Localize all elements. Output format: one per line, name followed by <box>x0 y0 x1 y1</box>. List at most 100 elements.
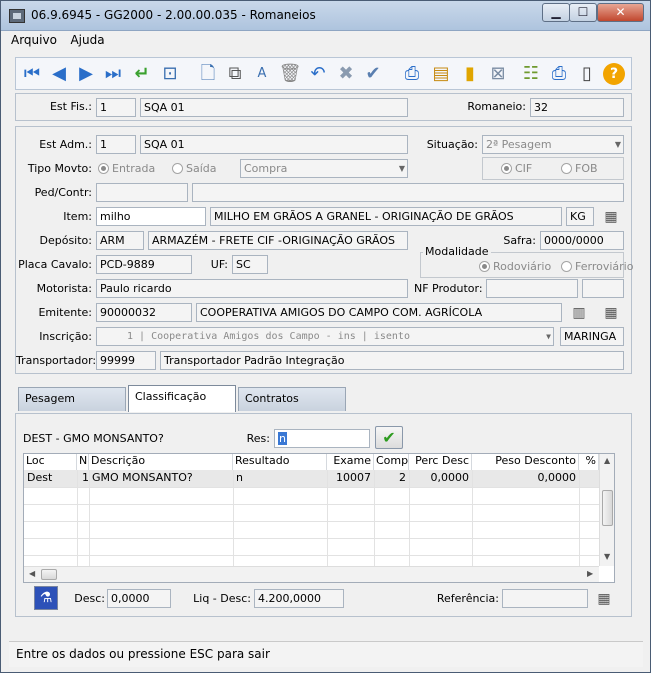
next-record-icon[interactable]: ▶ <box>74 62 98 86</box>
col-header-percent[interactable]: % <box>579 454 599 470</box>
scroll-up-icon[interactable]: ▲ <box>604 456 610 465</box>
est-adm-code-field[interactable]: 1 <box>96 135 136 154</box>
emitente-code-field[interactable]: 90000032 <box>96 303 192 322</box>
scroll-left-icon[interactable]: ◀ <box>29 569 35 578</box>
col-header-resultado[interactable]: Resultado <box>233 454 327 470</box>
situacao-select[interactable]: 2ª Pesagem ▼ <box>482 135 624 154</box>
referencia-field[interactable] <box>502 589 588 608</box>
edit-icon[interactable]: A <box>250 62 274 86</box>
col-header-exame[interactable]: Exame <box>327 454 374 470</box>
status-text: Entre os dados ou pressione ESC para sai… <box>16 647 270 661</box>
nf-produtor-field[interactable] <box>486 279 578 298</box>
cell-descricao: GMO MONSANTO? <box>92 471 193 484</box>
ferroviario-radio[interactable]: Ferroviário <box>561 260 633 273</box>
safra-label: Safra: <box>503 234 536 247</box>
inscricao-label: Inscrição: <box>39 330 92 343</box>
est-fis-code-field[interactable]: 1 <box>96 98 136 117</box>
scroll-thumb-h[interactable] <box>41 569 57 580</box>
cancel-icon[interactable]: ✖ <box>334 62 358 86</box>
col-header-descricao[interactable]: Descrição <box>89 454 233 470</box>
book-icon[interactable]: ▮ <box>458 62 482 86</box>
col-header-n[interactable]: N <box>77 454 89 470</box>
radio-icon <box>172 163 183 174</box>
emitente-lookup-icon[interactable]: ▦ <box>600 303 622 323</box>
tab-contratos[interactable]: Contratos <box>238 387 346 411</box>
help-icon[interactable]: ? <box>603 63 625 85</box>
col-header-peso-desconto[interactable]: Peso Desconto <box>472 454 579 470</box>
desc-field: 0,0000 <box>107 589 171 608</box>
saida-radio[interactable]: Saída <box>172 162 217 175</box>
menu-ajuda[interactable]: Ajuda <box>70 33 104 47</box>
last-record-icon[interactable]: ⏭ <box>101 62 125 86</box>
minimize-button[interactable]: ▁ <box>542 3 570 22</box>
uf-label: UF: <box>210 258 228 271</box>
report-icon[interactable]: ▤ <box>429 62 453 86</box>
est-adm-label: Est Adm.: <box>39 138 92 151</box>
referencia-lookup-icon[interactable]: ▦ <box>593 589 615 609</box>
romaneio-label: Romaneio: <box>467 100 526 113</box>
close-button[interactable]: ✕ <box>597 3 644 22</box>
prev-record-icon[interactable]: ◀ <box>47 62 71 86</box>
printer-icon[interactable]: ⎙ <box>547 62 571 86</box>
vertical-scrollbar[interactable]: ▲ ▼ <box>599 454 614 566</box>
first-record-icon[interactable]: ⏮ <box>20 62 44 86</box>
scroll-right-icon[interactable]: ▶ <box>587 569 593 578</box>
item-desc-field: MILHO EM GRÃOS A GRANEL - ORIGINAÇÃO DE … <box>210 207 562 226</box>
radio-icon <box>501 163 512 174</box>
status-bar: Entre os dados ou pressione ESC para sai… <box>9 641 643 667</box>
entrada-radio[interactable]: Entrada <box>98 162 155 175</box>
cif-radio[interactable]: CIF <box>501 162 532 175</box>
confirm-res-button[interactable]: ✔ <box>375 426 403 449</box>
inscricao-select[interactable]: 1 | Cooperativa Amigos dos Campo - ins |… <box>96 327 554 346</box>
emitente-name-field: COOPERATIVA AMIGOS DO CAMPO COM. AGRÍCOL… <box>196 303 562 322</box>
placa-field[interactable]: PCD-9889 <box>96 255 192 274</box>
scroll-thumb[interactable] <box>602 490 613 526</box>
confirm-icon[interactable]: ✔ <box>361 62 385 86</box>
flask-icon[interactable]: ⚗ <box>34 586 58 610</box>
transportador-code-field[interactable]: 99999 <box>96 351 156 370</box>
col-header-perc-desc[interactable]: Perc Desc <box>409 454 472 470</box>
maximize-button[interactable]: ☐ <box>569 3 597 22</box>
print-user-icon[interactable]: ⎙ <box>400 62 424 86</box>
inscricao-city-field: MARINGA <box>560 327 624 346</box>
fob-radio[interactable]: FOB <box>561 162 598 175</box>
preview-icon[interactable]: ⊡ <box>158 62 182 86</box>
horizontal-scrollbar[interactable]: ◀ ▶ <box>24 566 599 582</box>
exit-icon[interactable]: ▯ <box>575 62 599 86</box>
tab-classificacao[interactable]: Classificação <box>128 385 236 412</box>
col-header-comp[interactable]: Comp <box>374 454 409 470</box>
tab-pesagem[interactable]: Pesagem <box>18 387 126 411</box>
nf-produtor-serie-field[interactable] <box>582 279 624 298</box>
table-row[interactable]: Dest 1 GMO MONSANTO? n 10007 2 0,0000 0,… <box>24 470 599 487</box>
enter-icon[interactable]: ↵ <box>130 62 154 86</box>
menu-arquivo[interactable]: Arquivo <box>11 33 57 47</box>
chevron-down-icon: ▼ <box>546 332 551 341</box>
deposito-code-field[interactable]: ARM <box>96 231 144 250</box>
toolbar: ⏮ ◀ ▶ ⏭ ↵ ⊡ 🗋 ⧉ A 🗑 ↶ ✖ ✔ ⎙ ▤ ▮ ⊠ ☷ ⎙ ▯ … <box>15 57 632 90</box>
cell-peso-desconto: 0,0000 <box>537 471 577 484</box>
safra-field[interactable]: 0000/0000 <box>540 231 624 250</box>
referencia-label: Referência: <box>436 592 499 605</box>
item-lookup-icon[interactable]: ▦ <box>600 207 622 227</box>
scroll-down-icon[interactable]: ▼ <box>604 552 610 561</box>
res-field[interactable]: n <box>274 429 370 448</box>
motorista-field[interactable]: Paulo ricardo <box>96 279 408 298</box>
menu-bar: Arquivo Ajuda <box>11 33 115 51</box>
compra-select[interactable]: Compra ▼ <box>240 159 408 178</box>
compra-value: Compra <box>244 162 288 175</box>
barcode-icon[interactable]: ▥ <box>568 303 590 323</box>
col-header-loc[interactable]: Loc <box>24 454 77 470</box>
undo-icon[interactable]: ↶ <box>306 62 330 86</box>
radio-icon <box>479 261 490 272</box>
item-code-field[interactable]: milho <box>96 207 206 226</box>
cell-resultado: n <box>236 471 243 484</box>
ped-contr-field[interactable] <box>96 183 188 202</box>
filter-icon[interactable]: ⊠ <box>486 62 510 86</box>
new-icon[interactable]: 🗋 <box>196 62 220 86</box>
romaneio-field[interactable]: 32 <box>530 98 624 117</box>
rodoviario-radio[interactable]: Rodoviário <box>479 260 551 273</box>
copy-icon[interactable]: ⧉ <box>223 62 247 86</box>
tree-icon[interactable]: ☷ <box>519 62 543 86</box>
uf-field[interactable]: SC <box>232 255 268 274</box>
delete-icon[interactable]: 🗑 <box>278 62 302 86</box>
